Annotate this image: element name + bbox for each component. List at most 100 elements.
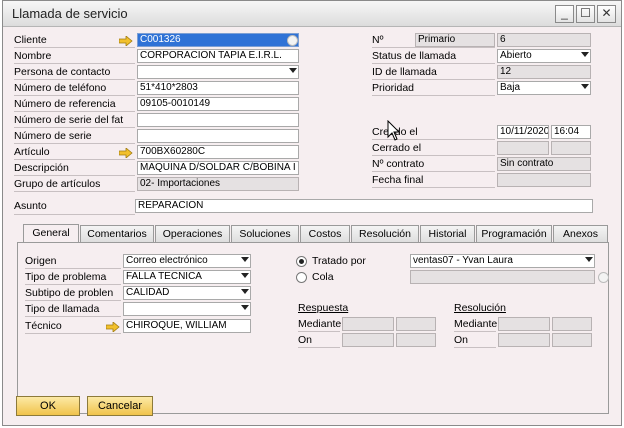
- status-label: Status de llamada: [372, 50, 457, 62]
- chevron-down-icon: [241, 289, 249, 294]
- numero-field: 6: [497, 33, 591, 47]
- divider: [372, 155, 495, 156]
- divider: [372, 79, 495, 80]
- contrato-field: Sin contrato: [497, 157, 591, 171]
- numero-label: Nº: [372, 34, 384, 46]
- service-call-window: Llamada de servicio _ ☐ ✕ Cliente C00132…: [2, 0, 622, 426]
- divider: [372, 47, 495, 48]
- title-bar: Llamada de servicio _ ☐ ✕: [3, 1, 621, 27]
- form-area: Cliente C001326 Nombre CORPORACION TAPIA…: [3, 28, 621, 425]
- link-arrow-icon[interactable]: [106, 322, 120, 332]
- creado-date-input[interactable]: 10/11/2020: [497, 125, 549, 139]
- tab-general[interactable]: General: [23, 224, 79, 243]
- mouse-pointer-icon: [387, 120, 401, 141]
- cola-radio[interactable]: [296, 272, 307, 283]
- respuesta-on-date: [342, 333, 394, 347]
- telefono-label: Número de teléfono: [14, 82, 107, 94]
- divider: [14, 159, 135, 160]
- resolucion-heading: Resolución: [454, 302, 506, 314]
- tab-programacion[interactable]: Programación: [476, 225, 552, 242]
- tab-resolucion[interactable]: Resolución: [351, 225, 419, 242]
- divider: [14, 63, 135, 64]
- articulo-input[interactable]: 700BX60280C: [137, 145, 299, 159]
- subtipo-select[interactable]: CALIDAD: [123, 286, 251, 300]
- tipo-problema-select[interactable]: FALLA TECNICA: [123, 270, 251, 284]
- asunto-input[interactable]: REPARACION: [135, 199, 593, 213]
- tecnico-input[interactable]: CHIROQUE, WILLIAM: [123, 319, 251, 333]
- cerrado-date-field: [497, 141, 549, 155]
- resolucion-mediante-label: Mediante: [454, 318, 498, 330]
- chevron-down-icon: [241, 305, 249, 310]
- tratado-por-radio[interactable]: [296, 256, 307, 267]
- tecnico-label: Técnico: [25, 320, 62, 332]
- link-arrow-icon[interactable]: [119, 36, 133, 46]
- cliente-label: Cliente: [14, 34, 47, 46]
- divider: [454, 331, 496, 332]
- divider: [14, 79, 135, 80]
- close-icon[interactable]: ✕: [597, 5, 616, 23]
- divider: [25, 316, 121, 317]
- grupo-field: 02- Importaciones: [137, 177, 299, 191]
- tab-comentarios[interactable]: Comentarios: [80, 225, 154, 242]
- divider: [372, 95, 495, 96]
- maximize-icon[interactable]: ☐: [576, 5, 595, 23]
- grupo-label: Grupo de artículos: [14, 178, 101, 190]
- resolucion-on-label: On: [454, 334, 469, 346]
- divider: [25, 284, 121, 285]
- link-arrow-icon[interactable]: [119, 148, 133, 158]
- cola-field: [410, 270, 595, 284]
- minimize-icon[interactable]: _: [555, 5, 574, 23]
- divider: [372, 171, 495, 172]
- status-select[interactable]: Abierto: [497, 49, 591, 63]
- tipo-problema-label: Tipo de problema: [25, 271, 107, 283]
- divider: [14, 191, 135, 192]
- divider: [14, 175, 135, 176]
- subtipo-label: Subtipo de problen: [25, 287, 114, 299]
- divider: [25, 300, 121, 301]
- origen-label: Origen: [25, 255, 57, 267]
- serie-fab-input[interactable]: [137, 113, 299, 127]
- persona-select[interactable]: [137, 65, 299, 79]
- tipo-llamada-select[interactable]: [123, 302, 251, 316]
- cancel-button[interactable]: Cancelar: [87, 396, 153, 416]
- tratado-por-select[interactable]: ventas07 - Yvan Laura: [410, 254, 595, 268]
- prioridad-select[interactable]: Baja: [497, 81, 591, 95]
- cerrado-time-field: [551, 141, 591, 155]
- creado-time-input[interactable]: 16:04: [551, 125, 591, 139]
- choose-from-list-icon[interactable]: [287, 35, 298, 46]
- chevron-down-icon: [241, 257, 249, 262]
- tab-historial[interactable]: Historial: [420, 225, 475, 242]
- tab-anexos[interactable]: Anexos: [553, 225, 608, 242]
- nombre-label: Nombre: [14, 50, 52, 62]
- resolucion-on-date: [498, 333, 550, 347]
- telefono-input[interactable]: 51*410*2803: [137, 81, 299, 95]
- origen-select[interactable]: Correo electrónico: [123, 254, 251, 268]
- choose-from-list-icon[interactable]: [598, 272, 609, 283]
- respuesta-on-time: [396, 333, 436, 347]
- ok-button[interactable]: OK: [16, 396, 80, 416]
- referencia-input[interactable]: 09105-0010149: [137, 97, 299, 111]
- divider: [372, 187, 495, 188]
- respuesta-mediante-field-2: [396, 317, 436, 331]
- serie-input[interactable]: [137, 129, 299, 143]
- contrato-label: Nº contrato: [372, 158, 425, 170]
- respuesta-mediante-field: [342, 317, 394, 331]
- tab-soluciones[interactable]: Soluciones: [231, 225, 299, 242]
- asunto-label: Asunto: [14, 200, 47, 212]
- tab-costos[interactable]: Costos: [300, 225, 350, 242]
- divider: [25, 268, 121, 269]
- articulo-label: Artículo: [14, 146, 50, 158]
- respuesta-mediante-label: Mediante: [298, 318, 342, 330]
- tab-operaciones[interactable]: Operaciones: [155, 225, 230, 242]
- resolucion-mediante-field-2: [552, 317, 592, 331]
- cola-label: Cola: [312, 271, 334, 283]
- chevron-down-icon: [581, 52, 589, 57]
- cliente-input[interactable]: C001326: [137, 33, 299, 47]
- chevron-down-icon: [581, 84, 589, 89]
- divider: [14, 214, 135, 215]
- resolucion-mediante-field: [498, 317, 550, 331]
- respuesta-heading: Respuesta: [298, 302, 349, 314]
- descripcion-input[interactable]: MAQUINA D/SOLDAR C/BOBINA I: [137, 161, 299, 175]
- descripcion-label: Descripción: [14, 162, 69, 174]
- nombre-input[interactable]: CORPORACION TAPIA E.I.R.L.: [137, 49, 299, 63]
